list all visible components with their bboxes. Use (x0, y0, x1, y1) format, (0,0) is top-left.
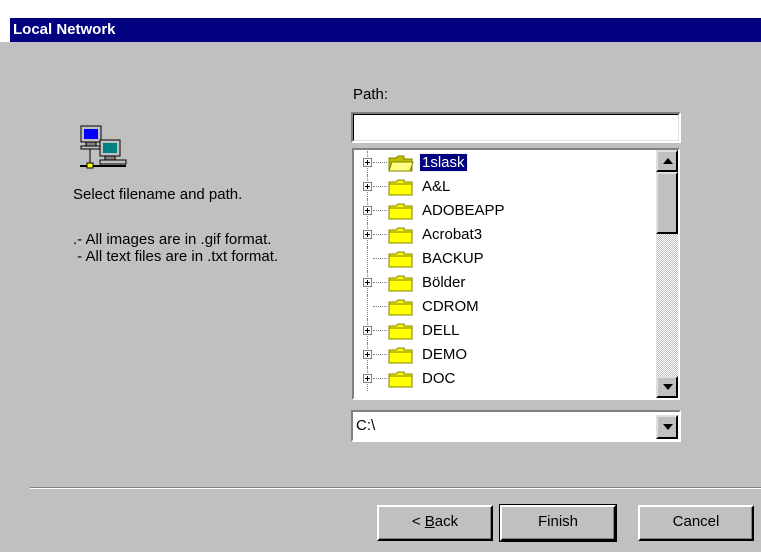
arrow-down-icon (663, 384, 673, 390)
cancel-button[interactable]: Cancel (638, 505, 754, 541)
drive-dropdown-button[interactable] (656, 415, 678, 439)
expand-plus-icon[interactable] (363, 350, 372, 359)
tree-item[interactable]: A&L (354, 175, 654, 199)
tree-item-label: DOC (422, 370, 456, 387)
tree-connector (373, 234, 387, 235)
tree-item[interactable]: ADOBEAPP (354, 199, 654, 223)
tree-connector (373, 330, 387, 331)
tree-item-label: ADOBEAPP (422, 202, 505, 219)
expand-plus-icon[interactable] (363, 326, 372, 335)
tree-connector (373, 162, 387, 163)
note-gif: .- All images are in .gif format. (73, 231, 272, 248)
tree-connector (373, 378, 387, 379)
expand-plus-icon[interactable] (363, 158, 372, 167)
arrow-up-icon (663, 158, 673, 164)
tree-item[interactable]: DEMO (354, 343, 654, 367)
tree-item[interactable]: 1slask (354, 151, 654, 175)
tree-item-label: Bölder (422, 274, 466, 291)
tree-item-label: 1slask (419, 153, 468, 172)
tree-connector (367, 247, 368, 271)
folder-icon (388, 179, 414, 196)
back-button-rest: ack (434, 513, 459, 530)
note-txt: - All text files are in .txt format. (73, 248, 279, 265)
folder-icon (388, 371, 414, 388)
window-title: Local Network (13, 21, 116, 38)
tree-vertical-scrollbar[interactable] (656, 150, 678, 398)
tree-item-label: DELL (422, 322, 460, 339)
expand-plus-icon[interactable] (363, 278, 372, 287)
finish-button-label: Finish (537, 513, 578, 530)
folder-icon (388, 203, 414, 220)
folder-icon (388, 275, 414, 292)
title-bar[interactable]: Local Network (10, 18, 761, 42)
separator (30, 487, 761, 489)
title-bar-area: Local Network (0, 0, 761, 42)
folder-icon (388, 227, 414, 244)
tree-connector (373, 354, 387, 355)
drive-select-value: C:\ (356, 417, 376, 434)
expand-plus-icon[interactable] (363, 206, 372, 215)
path-label: Path: (353, 86, 389, 103)
tree-connector (373, 258, 387, 259)
tree-connector (373, 306, 387, 307)
tree-connector (367, 295, 368, 319)
tree-item-label: DEMO (422, 346, 467, 363)
expand-plus-icon[interactable] (363, 182, 372, 191)
folder-icon (388, 251, 414, 268)
tree-connector (373, 186, 387, 187)
path-input[interactable] (353, 114, 679, 141)
path-input-frame (351, 112, 681, 143)
tree-item[interactable]: Bölder (354, 271, 654, 295)
chevron-down-icon (663, 424, 673, 430)
scroll-up-button[interactable] (656, 150, 678, 172)
tree-item-label: BACKUP (422, 250, 484, 267)
expand-plus-icon[interactable] (363, 374, 372, 383)
back-button-accel: B (424, 513, 435, 530)
folder-tree[interactable]: 1slask A&L ADOBEAPP Acrobat3 BACKUP Bölder CDR… (352, 148, 680, 400)
cancel-button-label: Cancel (672, 513, 720, 530)
folder-icon (388, 347, 414, 364)
tree-item[interactable]: CDROM (354, 295, 654, 319)
folder-icon (388, 299, 414, 316)
folder-icon (388, 323, 414, 340)
network-computers-icon (78, 124, 128, 170)
tree-item-label: Acrobat3 (422, 226, 483, 243)
scroll-down-button[interactable] (656, 376, 678, 398)
back-button[interactable]: < Back (377, 505, 493, 541)
expand-plus-icon[interactable] (363, 230, 372, 239)
instruction-text: Select filename and path. (73, 186, 243, 203)
tree-item[interactable]: DELL (354, 319, 654, 343)
tree-item[interactable]: BACKUP (354, 247, 654, 271)
finish-button[interactable]: Finish (499, 504, 617, 542)
scroll-thumb[interactable] (656, 172, 678, 234)
open-folder-icon (388, 155, 414, 172)
tree-item-label: A&L (422, 178, 451, 195)
back-button-prefix: < (411, 513, 425, 530)
folder-tree-rows: 1slask A&L ADOBEAPP Acrobat3 BACKUP Bölder CDR… (354, 150, 654, 398)
tree-item[interactable]: Acrobat3 (354, 223, 654, 247)
tree-item[interactable]: DOC (354, 367, 654, 391)
tree-item-label: CDROM (422, 298, 479, 315)
drive-select[interactable]: C:\ (351, 410, 681, 442)
tree-connector (373, 210, 387, 211)
tree-connector (373, 282, 387, 283)
